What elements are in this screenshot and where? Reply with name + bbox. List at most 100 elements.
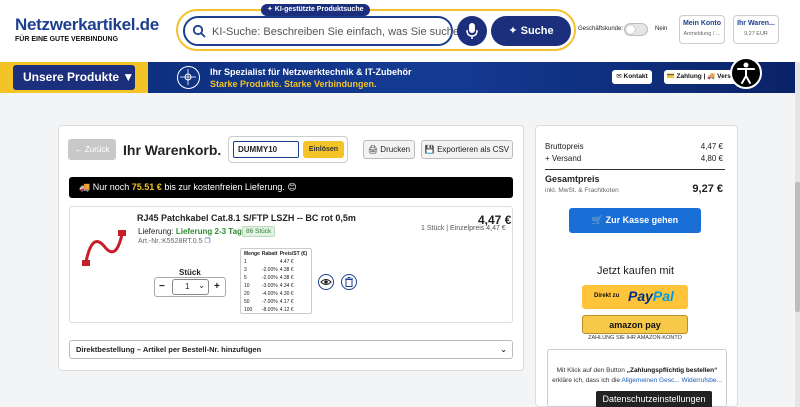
shipping-prefix: Nur noch xyxy=(92,182,130,192)
tagline-secondary: Starke Produkte. Starke Verbindungen. xyxy=(210,79,377,89)
copy-icon[interactable]: ❐ xyxy=(204,238,210,245)
table-cell: 50 xyxy=(244,299,250,305)
cart-title: Ihr Waren... xyxy=(737,20,775,27)
table-cell: -2.00% xyxy=(261,267,278,273)
shipping-suffix: bis zur kostenfreien Lieferung. 😊 xyxy=(164,182,297,192)
products-menu-button[interactable]: Unsere Produkte ▼ xyxy=(13,65,135,90)
accessibility-icon xyxy=(737,62,755,84)
paypal-logo-pay: Pay xyxy=(628,288,653,304)
page-scrollbar[interactable] xyxy=(795,62,800,407)
stock-badge: 86 Stück xyxy=(242,226,276,237)
direct-order-accordion[interactable]: Direktbestellung – Artikel per Bestell-N… xyxy=(69,340,513,359)
table-row: 3 -2.00% 4.38 € xyxy=(243,266,308,274)
amazon-pay-button[interactable]: amazon pay xyxy=(582,315,688,334)
product-image[interactable] xyxy=(78,224,128,274)
article-number: Art.-Nr.:K5528RT.0.5 ❐ xyxy=(138,237,211,245)
notice-prefix: Mit Klick auf den Button xyxy=(556,367,625,374)
export-csv-button[interactable]: 💾 Exportieren als CSV xyxy=(421,140,513,159)
checkout-button[interactable]: 🛒 Zur Kasse gehen xyxy=(569,208,701,233)
page-title: Ihr Warenkorb. xyxy=(123,142,222,158)
table-cell: 20 xyxy=(244,291,250,297)
delivery-time: Lieferung 2-3 Tage xyxy=(175,227,247,236)
quantity-value: 1 xyxy=(185,282,190,291)
scrollbar-thumb[interactable] xyxy=(795,182,800,312)
table-header: Menge xyxy=(244,251,260,257)
voice-search-button[interactable] xyxy=(457,16,487,46)
navigation-bar: Unsere Produkte ▼ Ihr Spezialist für Net… xyxy=(0,62,800,93)
search-button[interactable]: ✦ Suche xyxy=(491,16,571,46)
decrease-quantity-button[interactable]: − xyxy=(159,281,165,292)
table-cell: -7.00% xyxy=(261,299,278,305)
export-label: Exportieren als CSV xyxy=(437,145,510,154)
product-name[interactable]: RJ45 Patchkabel Cat.8.1 S/FTP LSZH -- BC… xyxy=(137,213,356,223)
cart-button[interactable]: Ihr Waren... 9,27 EUR xyxy=(733,15,779,44)
business-customer-toggle[interactable] xyxy=(624,23,648,36)
item-quantity-info: 1 Stück | Einzelpreis 4,47 € xyxy=(421,225,506,232)
top-header: Netzwerkartikel.de FÜR EINE GUTE VERBIND… xyxy=(0,0,800,62)
site-logo[interactable]: Netzwerkartikel.de FÜR EINE GUTE VERBIND… xyxy=(15,15,159,43)
paypal-logo: PayPal xyxy=(628,288,674,304)
coupon-input[interactable]: DUMMY10 xyxy=(233,141,299,158)
cart-total: 9,27 EUR xyxy=(744,31,768,37)
printer-icon: 🖨 xyxy=(367,145,381,154)
table-row: 50 -7.00% 4.17 € xyxy=(243,298,308,306)
eye-icon xyxy=(320,279,332,285)
accessibility-button[interactable] xyxy=(730,57,762,89)
delivery-label: Lieferung: xyxy=(138,227,174,236)
quantity-stepper: − 1 ⌄ + xyxy=(154,277,226,297)
table-cell: 4.12 € xyxy=(279,307,294,313)
search-icon xyxy=(192,24,206,38)
shipping-remaining-amount: 75.51 € xyxy=(131,182,162,192)
account-subtitle: Anmeldung / ... xyxy=(683,31,721,37)
table-row: 5 -2.00% 4.38 € xyxy=(243,274,308,282)
search-input[interactable]: KI-Suche: Beschreiben Sie einfach, was S… xyxy=(183,16,477,46)
remove-item-button[interactable] xyxy=(341,274,357,290)
table-cell: 4.34 € xyxy=(279,283,294,289)
notice-mid: erkläre ich, dass ich die xyxy=(552,377,620,384)
my-account-button[interactable]: Mein Konto Anmeldung / ... xyxy=(679,15,725,44)
privacy-settings-button[interactable]: Datenschutzeinstellungen xyxy=(596,391,712,407)
table-cell: 3 xyxy=(244,267,247,273)
withdrawal-link[interactable]: Widerrufsbe... xyxy=(681,377,721,384)
table-row: 1 4.47 € xyxy=(243,258,308,266)
quantity-select[interactable]: 1 ⌄ xyxy=(172,279,209,295)
table-cell: 4.38 € xyxy=(279,275,294,281)
tagline-primary: Ihr Spezialist für Netzwerktechnik & IT-… xyxy=(210,67,412,77)
free-shipping-bar: 🚚 Nur noch 75.51 € bis zur kostenfreien … xyxy=(69,177,513,198)
redeem-coupon-button[interactable]: Einlösen xyxy=(303,141,344,158)
subtotal-value: 4,47 € xyxy=(700,142,723,151)
paypal-button[interactable]: Direkt zu PayPal xyxy=(582,285,688,309)
toggle-knob xyxy=(626,25,635,34)
contact-link[interactable]: ✉ Kontakt xyxy=(612,70,652,84)
notice-bold: „Zahlungspflichtig bestellen“ xyxy=(626,367,718,374)
table-header: Preis/ST (€) xyxy=(279,251,308,257)
subtotal-label: Bruttopreis xyxy=(545,142,584,151)
search-placeholder: KI-Suche: Beschreiben Sie einfach, was S… xyxy=(212,26,478,38)
search-container: KI-Suche: Beschreiben Sie einfach, was S… xyxy=(176,9,576,51)
microphone-icon xyxy=(466,23,478,39)
table-cell: 10 xyxy=(244,283,250,289)
table-cell: 5 xyxy=(244,275,247,281)
view-product-button[interactable] xyxy=(318,274,334,290)
terms-link[interactable]: Allgemeinen Gesc... xyxy=(621,377,679,384)
tier-price-table: Menge Rabatt Preis/ST (€) 1 4.47 € 3 -2.00… xyxy=(240,248,312,314)
table-cell: 4.30 € xyxy=(279,291,294,297)
table-row: 20 -4.00% 4.30 € xyxy=(243,290,308,298)
print-button[interactable]: 🖨 Drucken xyxy=(363,140,415,159)
table-cell: -8.00% xyxy=(261,307,278,313)
logo-slogan: FÜR EINE GUTE VERBINDUNG xyxy=(15,36,119,43)
business-customer-label: Geschäftskunde: xyxy=(578,26,624,32)
table-cell: 4.17 € xyxy=(279,299,294,305)
account-title: Mein Konto xyxy=(682,20,722,27)
chevron-down-icon: ⌄ xyxy=(500,345,507,354)
logo-wordmark: Netzwerkartikel.de xyxy=(15,15,159,34)
back-button[interactable]: ← Zurück xyxy=(68,139,116,160)
total-label: Gesamtpreis xyxy=(545,174,600,184)
amazon-pay-caption: ZAHLUNG SIE IHR AMAZON-KONTO xyxy=(588,335,682,341)
increase-quantity-button[interactable]: + xyxy=(214,281,220,292)
business-toggle-state: Nein xyxy=(655,26,668,32)
article-number-text: Art.-Nr.:K5528RT.0.5 xyxy=(138,238,203,245)
table-cell: 4.38 € xyxy=(279,267,294,273)
quantity-label: Stück xyxy=(179,268,201,277)
network-globe-icon xyxy=(177,66,200,89)
